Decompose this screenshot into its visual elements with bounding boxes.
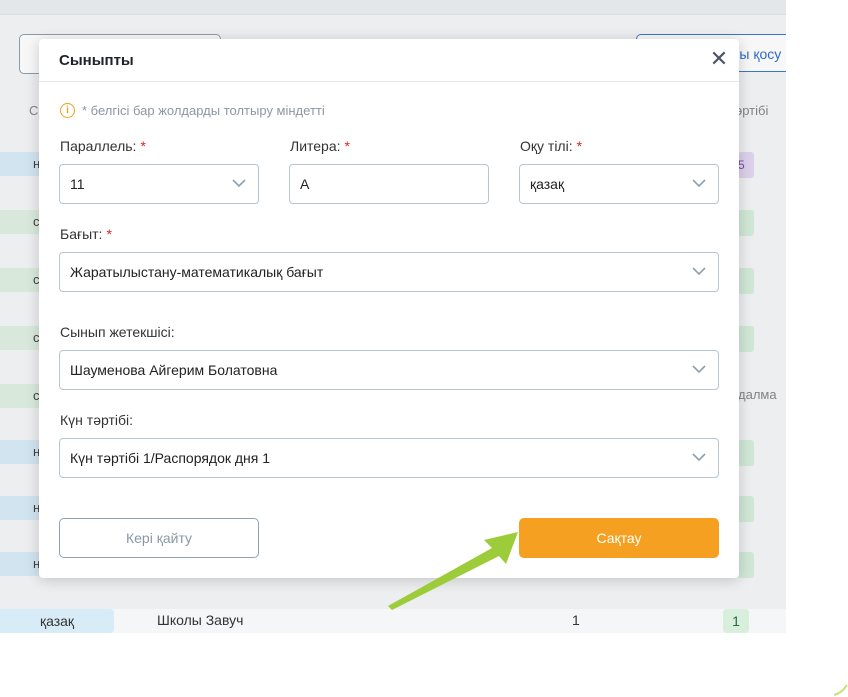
parallel-label-text: Параллель: <box>60 138 137 154</box>
schedule-label: Күн тәртібі: <box>60 412 133 428</box>
litera-label-text: Литера: <box>290 138 341 154</box>
required-mark: * <box>140 138 146 154</box>
teacher-label: Сынып жетекшісі: <box>60 324 175 340</box>
parallel-select[interactable]: 11 <box>59 164 259 204</box>
back-button[interactable]: Кері қайту <box>59 518 259 558</box>
chevron-down-icon <box>232 179 246 188</box>
chevron-down-icon <box>692 267 706 276</box>
required-mark: * <box>576 138 583 154</box>
required-mark: * <box>344 138 350 154</box>
modal-title: Сыныпты <box>59 52 134 69</box>
chevron-down-icon <box>692 179 706 188</box>
direction-label: Бағыт: * <box>60 226 112 242</box>
chevron-down-icon <box>692 453 706 462</box>
teacher-select[interactable]: Шауменова Айгерим Болатовна <box>59 350 719 390</box>
row-name: Школы Завуч <box>157 612 244 628</box>
required-hint-text: * белгісі бар жолдарды толтыру міндетті <box>82 103 325 118</box>
info-icon: i <box>60 103 75 118</box>
required-hint: i * белгісі бар жолдарды толтыру міндетт… <box>60 103 325 118</box>
direction-label-text: Бағыт: <box>60 226 103 242</box>
parallel-value: 11 <box>70 176 85 192</box>
litera-label: Литера: * <box>290 138 350 154</box>
teacher-value: Шауменова Айгерим Болатовна <box>70 362 278 378</box>
row-badge: 1 <box>723 609 749 633</box>
class-modal: Сыныпты ✕ i * белгісі бар жолдарды толты… <box>39 39 739 578</box>
direction-select[interactable]: Жаратылыстану-математикалық бағыт <box>59 252 719 292</box>
language-value: қазақ <box>530 176 565 192</box>
litera-value: А <box>300 176 310 192</box>
required-mark: * <box>106 226 112 242</box>
language-label-text: Оқу тілі: <box>520 138 573 154</box>
save-button[interactable]: Сақтау <box>519 518 719 558</box>
litera-input[interactable]: А <box>289 164 489 204</box>
row-language-chip: қазақ <box>0 609 114 633</box>
annotation-arrow <box>388 532 518 610</box>
parallel-label: Параллель: * <box>60 138 146 154</box>
schedule-value: Күн тәртібі 1/Распорядок дня 1 <box>70 450 271 466</box>
schedule-label-text: Күн тәртібі: <box>60 412 133 428</box>
corner-mark-icon <box>833 684 848 696</box>
row-count: 1 <box>572 612 580 628</box>
language-select[interactable]: қазақ <box>519 164 719 204</box>
teacher-label-text: Сынып жетекшісі: <box>60 324 175 340</box>
modal-header: Сыныпты ✕ <box>39 39 739 82</box>
close-icon[interactable]: ✕ <box>708 47 730 71</box>
chevron-down-icon <box>692 365 706 374</box>
language-label: Оқу тілі: * <box>520 138 582 154</box>
schedule-select[interactable]: Күн тәртібі 1/Распорядок дня 1 <box>59 438 719 478</box>
direction-value: Жаратылыстану-математикалық бағыт <box>70 264 324 280</box>
